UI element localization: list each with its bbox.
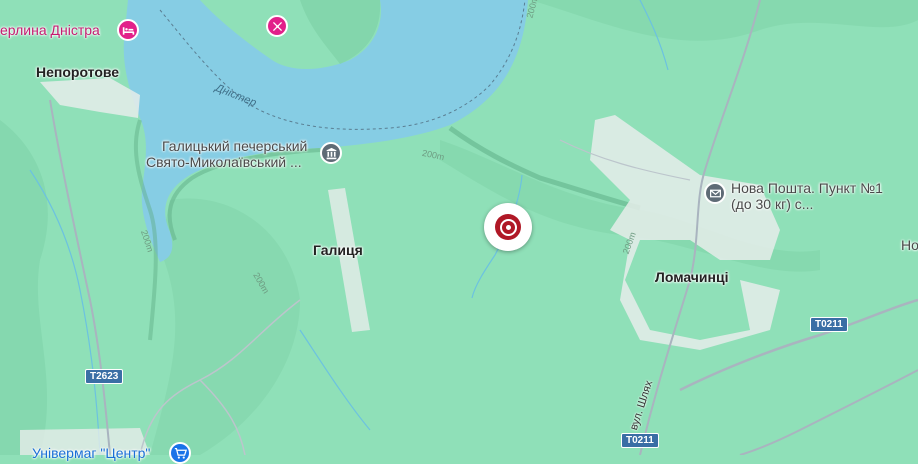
hiking-icon xyxy=(272,21,282,31)
map-canvas[interactable] xyxy=(0,0,918,455)
post-label-line1[interactable]: Нова Пошта. Пункт №1 xyxy=(731,180,883,196)
edge-label: Но xyxy=(901,237,918,253)
road-shield-t0211: T0211 xyxy=(621,433,659,448)
shopping-cart-icon xyxy=(174,447,187,459)
bed-icon xyxy=(122,26,134,35)
road-shield-t2623: T2623 xyxy=(85,369,124,384)
village-halytsia-label: Галиця xyxy=(313,242,363,258)
store-pin[interactable] xyxy=(169,442,191,464)
village-lomachyntsi-label: Ломачинці xyxy=(655,269,729,285)
post-label-line2[interactable]: (до 30 кг) с... xyxy=(731,196,813,212)
monument-icon xyxy=(326,147,336,159)
hotel-pin[interactable] xyxy=(117,19,139,41)
monastery-label-line2[interactable]: Свято-Миколаївський ... xyxy=(146,154,302,170)
monastery-label-line1[interactable]: Галицький печерський xyxy=(162,138,307,154)
village-neporotove-label: Непоротове xyxy=(36,64,120,80)
hotel-label[interactable]: ерлина Дністра xyxy=(0,22,100,38)
marker-dot xyxy=(505,224,511,230)
marker-inner-ring xyxy=(499,218,517,236)
post-pin[interactable] xyxy=(704,182,726,204)
store-label[interactable]: Універмаг "Центр" xyxy=(32,445,150,461)
road-shield-t0211: T0211 xyxy=(810,317,848,332)
attraction-pin[interactable] xyxy=(266,15,288,37)
mail-icon xyxy=(709,189,721,197)
monastery-pin[interactable] xyxy=(320,142,342,164)
marker-ring xyxy=(495,214,521,240)
target-marker-icon[interactable] xyxy=(484,203,532,251)
